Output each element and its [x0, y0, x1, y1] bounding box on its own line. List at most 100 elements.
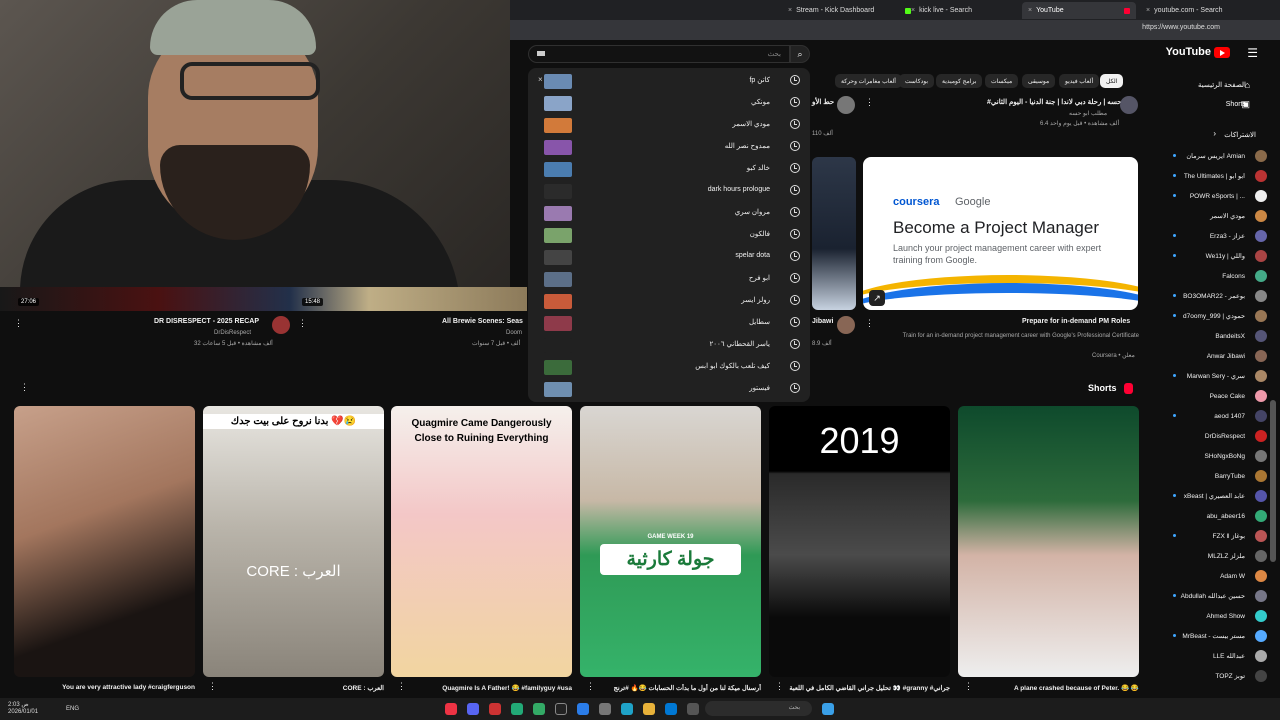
- suggestion-item[interactable]: فيستور: [528, 378, 810, 400]
- steam-icon[interactable]: [555, 703, 567, 715]
- short-caption[interactable]: CORE : العرب: [203, 684, 384, 692]
- app-icon[interactable]: [665, 703, 677, 715]
- suggestion-item[interactable]: ابو فرح: [528, 268, 810, 290]
- language-indicator[interactable]: ENG: [66, 706, 79, 712]
- tab-youtube-search[interactable]: × youtube.com - Search: [1140, 2, 1262, 19]
- sidebar-subscription[interactable]: Abdullah حسين عبدالله: [1155, 588, 1273, 604]
- channel-avatar[interactable]: [837, 96, 855, 114]
- sidebar-subscription[interactable]: FZX ll بوغاز: [1155, 528, 1273, 544]
- app-icon[interactable]: [489, 703, 501, 715]
- sidebar-subscription[interactable]: Adam W: [1155, 568, 1273, 584]
- sidebar-subscription[interactable]: d7oomy_999 | حمودي: [1155, 308, 1273, 324]
- chip-music[interactable]: موسيقى: [1022, 74, 1056, 88]
- short-thumbnail[interactable]: GAME WEEK 19 جولة كارثية: [580, 406, 761, 677]
- edge-icon[interactable]: [621, 703, 633, 715]
- short-thumbnail[interactable]: Quagmire Came Dangerously Close to Ruini…: [391, 406, 572, 677]
- suggestion-item[interactable]: مونكي: [528, 92, 810, 114]
- video-channel[interactable]: Doom: [506, 330, 522, 336]
- more-options-icon[interactable]: ⋮: [865, 318, 874, 329]
- sidebar-subscription[interactable]: SHoNgxBoNg: [1155, 448, 1273, 464]
- taskbar-search[interactable]: بحث: [705, 701, 812, 716]
- shield-icon[interactable]: [533, 703, 545, 715]
- tab-youtube[interactable]: × YouTube: [1022, 2, 1136, 19]
- more-options-icon[interactable]: ⋮: [865, 97, 874, 108]
- close-icon[interactable]: ×: [911, 7, 915, 14]
- suggestion-item[interactable]: مروان سري: [528, 202, 810, 224]
- folder-icon[interactable]: [643, 703, 655, 715]
- sidebar-subscription[interactable]: aeod 1407: [1155, 408, 1273, 424]
- sidebar-subscription[interactable]: ايريس سرمان Amian: [1155, 148, 1273, 164]
- sidebar-subscription[interactable]: MrBeast - مستر بيست: [1155, 628, 1273, 644]
- short-caption[interactable]: تحليل جراني القاضي الكامل في اللعبة 👀 #g…: [769, 684, 950, 692]
- sidebar-subscription[interactable]: Falcons: [1155, 268, 1273, 284]
- chip-comedy[interactable]: برامج كوميدية: [936, 74, 983, 88]
- close-icon[interactable]: ×: [788, 7, 792, 14]
- close-icon[interactable]: ×: [1146, 7, 1150, 14]
- suggestion-item[interactable]: فالكون: [528, 224, 810, 246]
- sidebar-subscription[interactable]: Anwar Jibawi: [1155, 348, 1273, 364]
- open-link-icon[interactable]: ↗: [869, 290, 885, 306]
- sidebar-subscription[interactable]: MLZLZ ملزلز: [1155, 548, 1273, 564]
- short-caption[interactable]: You are very attractive lady #craigfergu…: [14, 684, 195, 691]
- channel-avatar[interactable]: [1120, 96, 1138, 114]
- more-options-icon[interactable]: ⋮: [14, 318, 23, 329]
- suggestion-item[interactable]: spelar dota: [528, 246, 810, 268]
- ad-thumbnail[interactable]: coursera Google Become a Project Manager…: [863, 157, 1138, 310]
- chrome-icon[interactable]: [445, 703, 457, 715]
- sidebar-subscription[interactable]: Peace Cake: [1155, 388, 1273, 404]
- chip-adventure[interactable]: ألعاب مغامرات وحركة: [835, 74, 902, 88]
- tab-kick-search[interactable]: × kick live - Search: [895, 2, 1003, 19]
- video-title[interactable]: All Brewie Scenes: Seas: [442, 318, 523, 325]
- chip-games[interactable]: ألعاب فيديو: [1059, 74, 1100, 88]
- sidebar-subscription[interactable]: BarryTube: [1155, 468, 1273, 484]
- app-icon[interactable]: [599, 703, 611, 715]
- video-title[interactable]: #ابوحسه | رحلة دبي لاندا | جنة الدنيا - …: [987, 98, 1129, 106]
- sidebar-subscription[interactable]: LLE عبدالله: [1155, 648, 1273, 664]
- suggestion-item[interactable]: خالد كبو: [528, 158, 810, 180]
- video-thumbnail[interactable]: [812, 157, 856, 310]
- sidebar-subscription[interactable]: xBeast | عابد العصيري: [1155, 488, 1273, 504]
- more-options-icon[interactable]: ⋮: [20, 382, 29, 393]
- short-caption[interactable]: A plane crashed because of Peter. 😂 😂: [958, 684, 1139, 692]
- task-view-icon[interactable]: [687, 703, 699, 715]
- chip-mixes[interactable]: ميكسات: [985, 74, 1019, 88]
- suggestion-item[interactable]: fp كاتن: [528, 70, 810, 92]
- sidebar-subscription[interactable]: TOPZ توبز: [1155, 668, 1273, 684]
- sidebar-subscription[interactable]: Erza3 - عزاز: [1155, 228, 1273, 244]
- short-caption[interactable]: أرسنال ميكة لنا من أول ما بدأت الحسابات …: [580, 684, 761, 692]
- channel-avatar[interactable]: [272, 316, 290, 334]
- suggestion-item[interactable]: ياسر القحطاني ٢٠٠٦: [528, 334, 810, 356]
- suggestion-item[interactable]: ممدوح نصر الله: [528, 136, 810, 158]
- chip-all[interactable]: الكل: [1100, 74, 1124, 88]
- sidebar-subscription[interactable]: abu_abeer16: [1155, 508, 1273, 524]
- suggestion-item[interactable]: كيف تلعب بالكوك ابو ابس: [528, 356, 810, 378]
- video-thumbnails-strip[interactable]: [0, 287, 527, 311]
- sidebar-subscription[interactable]: Ahmed Show: [1155, 608, 1273, 624]
- video-channel[interactable]: مطلب ابو حسه: [1069, 110, 1107, 117]
- search-button[interactable]: ⌕: [790, 45, 810, 63]
- windows-start-icon[interactable]: [822, 703, 834, 715]
- search-input[interactable]: بحث: [528, 45, 790, 63]
- sidebar-subscription[interactable]: Marwan Sery - سري: [1155, 368, 1273, 384]
- close-icon[interactable]: ×: [1028, 7, 1032, 14]
- sidebar-subscription[interactable]: BandeitsX: [1155, 328, 1273, 344]
- video-title[interactable]: حط الأو: [812, 98, 834, 106]
- sidebar-subscription[interactable]: We11y | واللي: [1155, 248, 1273, 264]
- channel-avatar[interactable]: [837, 316, 855, 334]
- hamburger-menu-icon[interactable]: ☰: [1247, 46, 1258, 60]
- short-thumbnail[interactable]: بدنا نروح على بيت جدك 💔😢 CORE : العرب: [203, 406, 384, 677]
- short-thumbnail[interactable]: [958, 406, 1139, 677]
- sidebar-subscription[interactable]: DrDisRespect: [1155, 428, 1273, 444]
- more-options-icon[interactable]: ⋮: [298, 318, 307, 329]
- ad-title[interactable]: Prepare for in-demand PM Roles: [1022, 318, 1130, 325]
- sidebar-subscription[interactable]: The Ultimates | ابو ابو: [1155, 168, 1273, 184]
- youtube-logo[interactable]: YouTube: [1166, 46, 1230, 58]
- chip-podcast[interactable]: بودكاست: [899, 74, 935, 88]
- video-channel[interactable]: DrDisRespect: [214, 330, 251, 336]
- clock[interactable]: 2:03 ص 2026/01/01: [8, 702, 38, 716]
- short-caption[interactable]: Quagmire Is A Father! 😂 #familyguy #usa: [391, 684, 572, 692]
- sidebar-subscription[interactable]: BO3OMAR22 - بوعمر: [1155, 288, 1273, 304]
- scrollbar[interactable]: [1270, 400, 1276, 562]
- xbox-icon[interactable]: [511, 703, 523, 715]
- suggestion-item[interactable]: رولز ايسر: [528, 290, 810, 312]
